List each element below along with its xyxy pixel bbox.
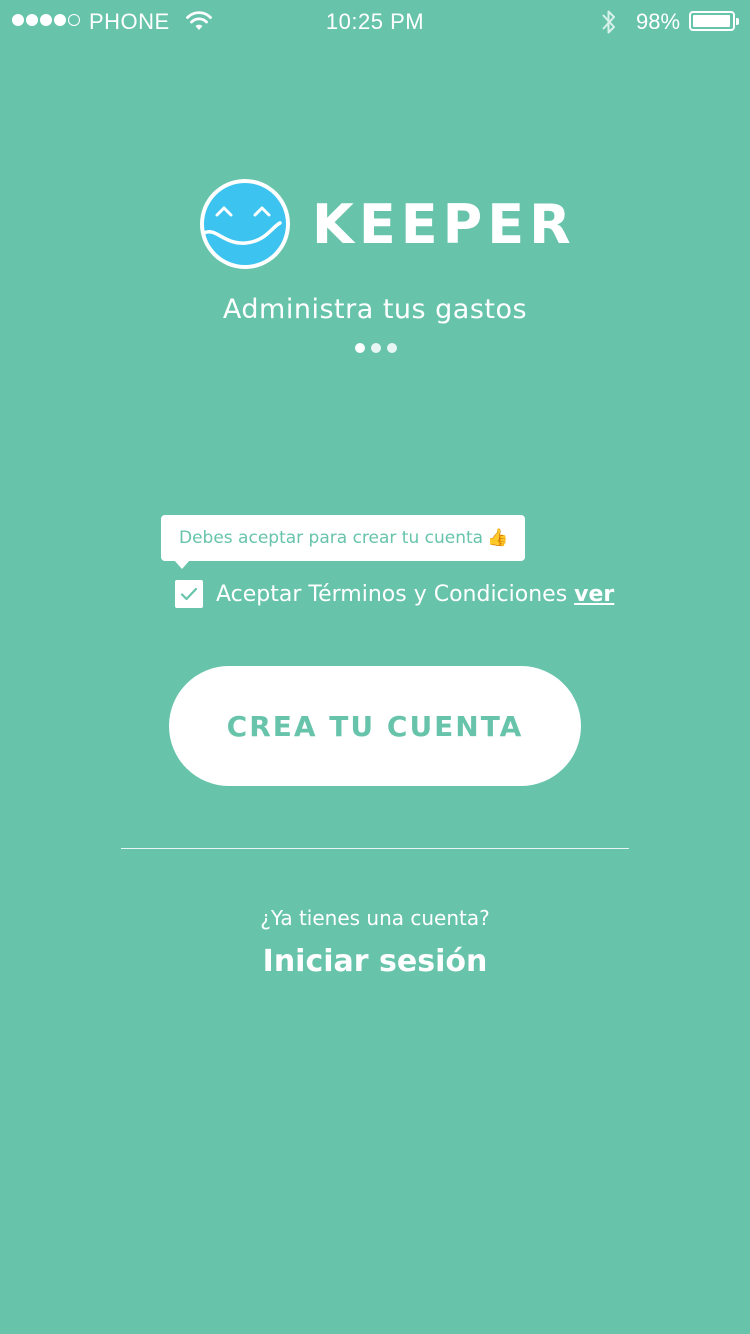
checkmark-icon: [180, 587, 198, 601]
tooltip-arrow: [174, 560, 190, 569]
terms-label: Aceptar Términos y Condiciones: [216, 581, 568, 607]
brand-name: KEEPER: [312, 192, 576, 256]
brand-header: KEEPER: [198, 177, 576, 271]
pager-dot[interactable]: [371, 343, 381, 353]
terms-row: Aceptar Términos y Condiciones ver: [175, 579, 614, 609]
terms-tooltip: Debes aceptar para crear tu cuenta 👍: [161, 515, 525, 569]
thumbs-up-icon: 👍: [487, 528, 509, 548]
bluetooth-icon: [600, 8, 618, 42]
tooltip-text: Debes aceptar para crear tu cuenta: [179, 528, 484, 548]
create-account-button[interactable]: CREA TU CUENTA: [169, 666, 581, 786]
smiley-wave-logo-icon: [198, 177, 292, 271]
status-bar: PHONE 10:25 PM 98%: [0, 0, 750, 40]
login-link[interactable]: Iniciar sesión: [0, 944, 750, 979]
battery-percentage: 98%: [636, 9, 681, 34]
battery-icon: [689, 11, 739, 31]
divider: [121, 848, 629, 849]
tagline: Administra tus gastos: [222, 294, 528, 325]
pager-dot[interactable]: [387, 343, 397, 353]
terms-checkbox[interactable]: [175, 580, 203, 608]
carousel-pager[interactable]: [355, 343, 397, 353]
pager-dot[interactable]: [355, 343, 365, 353]
have-account-question: ¿Ya tienes una cuenta?: [260, 906, 490, 930]
terms-view-link[interactable]: ver: [574, 582, 614, 607]
